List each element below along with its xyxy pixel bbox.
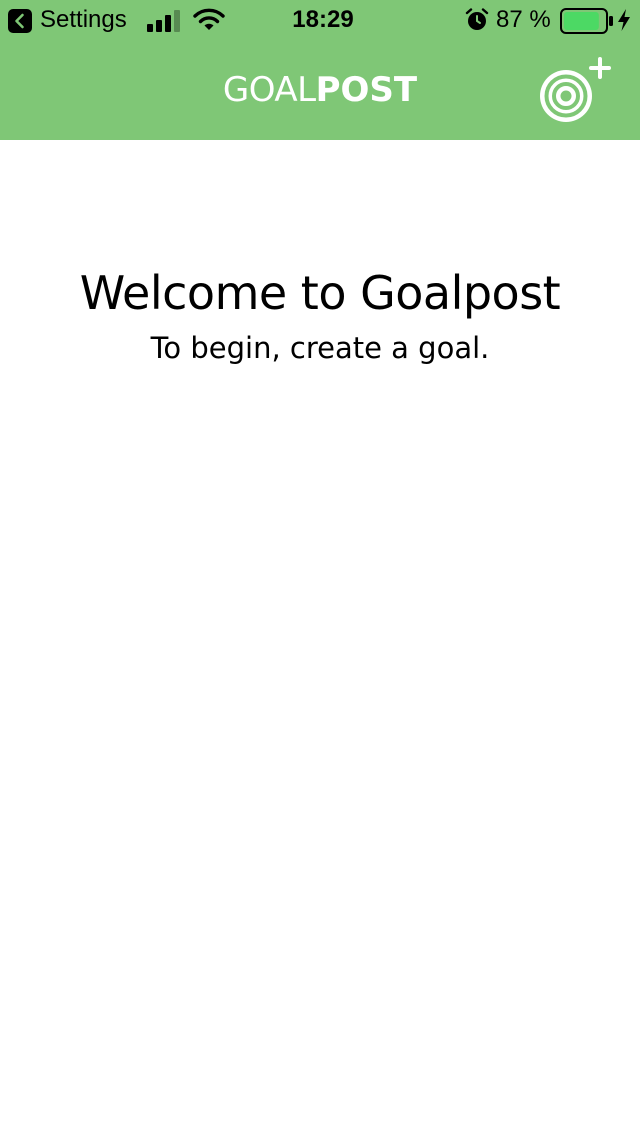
back-chevron-icon[interactable]	[8, 9, 32, 33]
battery-icon	[560, 8, 613, 34]
app-title-goal: GOAL	[222, 70, 316, 110]
app-title: GOALPOST	[170, 68, 470, 112]
app-title-post: POST	[315, 70, 418, 110]
status-time: 18:29	[292, 6, 354, 33]
add-goal-button[interactable]	[536, 56, 616, 126]
status-bar: Settings 18:29 87 %	[0, 0, 640, 40]
target-plus-icon	[540, 57, 611, 122]
charging-bolt-icon	[618, 9, 630, 31]
alarm-icon	[465, 8, 489, 30]
app-header: Settings 18:29 87 % GOALPOST	[0, 0, 640, 140]
wifi-icon	[193, 8, 225, 30]
welcome-heading: Welcome to Goalpost	[79, 266, 561, 320]
cellular-signal-icon	[147, 10, 180, 32]
battery-percentage: 87 %	[496, 6, 551, 33]
back-to-settings-link[interactable]: Settings	[40, 5, 127, 35]
welcome-subtitle: To begin, create a goal.	[150, 331, 490, 365]
